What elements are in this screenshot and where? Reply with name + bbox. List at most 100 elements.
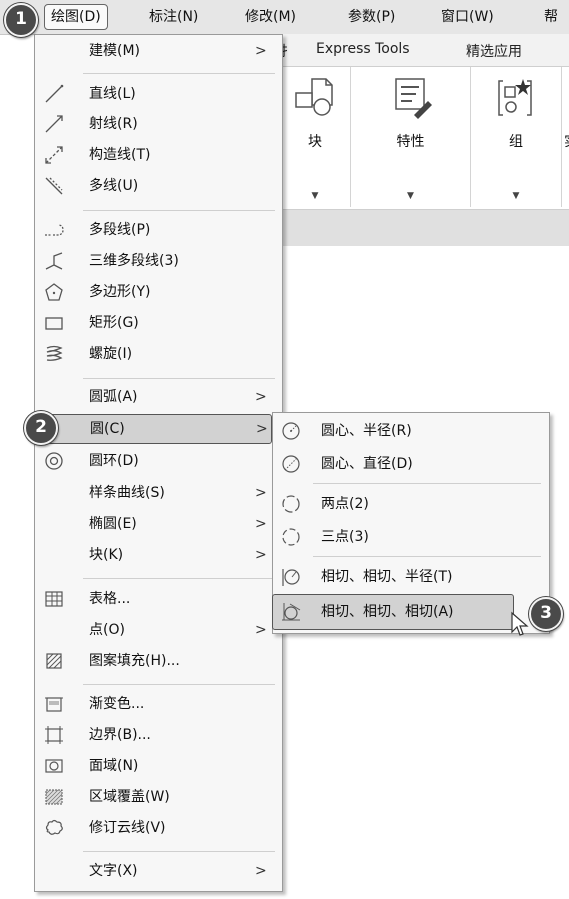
menu-item-label: 点(O) [89,622,125,638]
submenu-item-2point[interactable]: 两点(2) [273,487,549,521]
menu-item-helix[interactable]: 螺旋(I) [35,339,282,369]
submenu-arrow-icon: > [255,389,267,405]
menu-item-point[interactable]: 点(O) > [35,615,282,645]
ribbon-group-label: 组 [509,134,523,150]
menu-item-label: 样条曲线(S) [89,485,165,501]
menu-separator [83,210,275,211]
polyline-icon [45,224,64,236]
menu-item-gradient[interactable]: 渐变色... [35,689,282,719]
circle-submenu: 圆心、半径(R) 圆心、直径(D) 两点(2) 三点(3) 相切、相切、半径(T… [272,412,550,634]
menu-item-3d-polyline[interactable]: 三维多段线(3) [35,246,282,276]
menu-item-wipeout[interactable]: 区域覆盖(W) [35,782,282,812]
menu-item-label: 椭圆(E) [89,516,137,532]
callout-badge-1: 1 [4,3,38,37]
menu-help[interactable]: 帮 [544,7,558,27]
menu-item-ellipse[interactable]: 椭圆(E) > [35,509,282,539]
ray-icon [45,115,63,133]
menu-separator [83,578,275,579]
circle-2point-icon [282,495,300,513]
callout-badge-2: 2 [24,411,58,445]
submenu-item-label: 三点(3) [321,529,369,545]
block-insert-icon [295,78,333,116]
hatch-icon [46,653,62,669]
table-icon [45,591,63,607]
menu-item-table[interactable]: 表格... [35,584,282,614]
submenu-arrow-icon: > [255,43,267,59]
submenu-arrow-icon: > [255,622,267,638]
menu-item-label: 图案填充(H)... [89,653,180,669]
menu-window[interactable]: 窗口(W) [441,7,494,27]
menu-item-rectangle[interactable]: 矩形(G) [35,308,282,338]
submenu-arrow-icon: > [256,421,268,437]
menu-item-polygon[interactable]: 多边形(Y) [35,277,282,307]
ribbon-tab-featured-apps[interactable]: 精选应用 [466,41,522,61]
menu-parametric[interactable]: 参数(P) [348,7,395,27]
submenu-item-label: 两点(2) [321,496,369,512]
submenu-item-center-radius[interactable]: 圆心、半径(R) [273,414,549,448]
menu-draw[interactable]: 绘图(D) [44,4,108,30]
submenu-item-tan-tan-tan[interactable]: 相切、相切、相切(A) [272,594,514,630]
ribbon-tab-express-tools[interactable]: Express Tools [316,41,410,57]
ribbon-group-properties[interactable]: 特性 ▼ [351,67,471,207]
chevron-down-icon[interactable]: ▼ [471,191,561,201]
menu-modify[interactable]: 修改(M) [245,7,296,27]
submenu-item-label: 相切、相切、半径(T) [321,569,453,585]
menu-item-label: 建模(M) [89,43,141,59]
menu-item-label: 修订云线(V) [89,820,166,836]
chevron-down-icon[interactable]: ▼ [351,191,470,201]
menu-item-label: 渐变色... [89,696,145,712]
menu-item-block[interactable]: 块(K) > [35,540,282,570]
menu-separator [313,556,541,557]
menu-item-label: 边界(B)... [89,727,151,743]
menu-item-revcloud[interactable]: 修订云线(V) [35,813,282,843]
ribbon-group-utility[interactable]: 实 [562,67,569,207]
ribbon-group-label: 实 [564,131,569,151]
submenu-arrow-icon: > [255,547,267,563]
menu-separator [83,851,275,852]
menu-item-modeling[interactable]: 建模(M) > [35,36,282,66]
menu-dimension[interactable]: 标注(N) [149,7,198,27]
menu-item-label: 区域覆盖(W) [89,789,170,805]
submenu-item-label: 圆心、半径(R) [321,423,412,439]
submenu-item-tan-tan-radius[interactable]: 相切、相切、半径(T) [273,560,549,594]
submenu-item-label: 圆心、直径(D) [321,456,413,472]
ribbon-group-label: 块 [308,134,322,150]
submenu-arrow-icon: > [255,485,267,501]
menu-item-arc[interactable]: 圆弧(A) > [35,382,282,412]
draw-menu: 建模(M) > 直线(L) 射线(R) 构造线(T) 多线(U) 多段线(P) … [34,34,283,892]
region-icon [45,759,63,773]
menu-item-label: 圆环(D) [89,453,139,469]
menu-separator [83,684,275,685]
menu-item-label: 圆弧(A) [89,389,138,405]
ribbon-group-block[interactable]: 块 ▼ [280,67,351,207]
menu-item-circle[interactable]: 圆(C) > [34,414,272,444]
menu-item-line[interactable]: 直线(L) [35,79,282,109]
submenu-item-center-diameter[interactable]: 圆心、直径(D) [273,447,549,481]
circle-3point-icon [282,528,300,546]
menu-item-ray[interactable]: 射线(R) [35,109,282,139]
ribbon-tabs: 扌 Express Tools 精选应用 [280,34,569,67]
menu-item-region[interactable]: 面域(N) [35,751,282,781]
menu-item-polyline[interactable]: 多段线(P) [35,215,282,245]
mouse-cursor-icon [511,611,529,636]
menu-item-xline[interactable]: 构造线(T) [35,140,282,170]
polygon-icon [45,283,63,301]
menu-item-hatch[interactable]: 图案填充(H)... [35,646,282,676]
chevron-down-icon[interactable]: ▼ [280,191,350,201]
submenu-item-3point[interactable]: 三点(3) [273,520,549,554]
menu-item-donut[interactable]: 圆环(D) [35,446,282,476]
menu-item-label: 直线(L) [89,86,136,102]
xline-icon [45,146,63,164]
menu-item-spline[interactable]: 样条曲线(S) > [35,478,282,508]
menu-item-label: 多线(U) [89,178,139,194]
donut-icon [45,452,63,470]
ribbon-group-groups[interactable]: 组 ▼ [471,67,562,207]
menu-item-multiline[interactable]: 多线(U) [35,171,282,201]
helix-icon [46,345,63,361]
menu-item-label: 文字(X) [89,863,138,879]
multiline-icon [45,177,63,195]
menu-separator [313,483,541,484]
submenu-arrow-icon: > [255,516,267,532]
menu-item-boundary[interactable]: 边界(B)... [35,720,282,750]
menu-item-text[interactable]: 文字(X) > [35,856,282,886]
